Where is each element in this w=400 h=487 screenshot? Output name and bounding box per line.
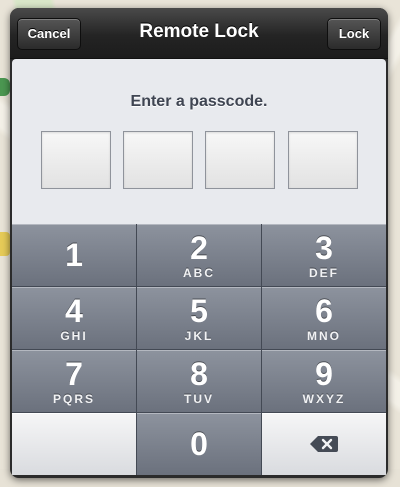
key-number: 8 [190,356,208,392]
key-letters: WXYZ [302,392,346,406]
delete-key[interactable] [262,413,386,475]
key-number: 0 [190,426,208,462]
map-marker [0,232,10,256]
passcode-digit-field[interactable] [288,131,358,189]
key-number: 7 [65,356,83,392]
key-7[interactable]: 7 PQRS [12,350,136,412]
key-2[interactable]: 2 ABC [137,224,261,286]
number-keypad: 1 2 ABC 3 DEF 4 GHI 5 JKL 6 MNO 7 PQRS 8… [12,224,386,475]
key-letters: DEF [309,266,339,280]
lock-button[interactable]: Lock [327,18,381,50]
backspace-icon [310,436,338,452]
key-blank [12,413,136,475]
key-letters: ABC [183,266,215,280]
key-3[interactable]: 3 DEF [262,224,386,286]
key-letters: GHI [60,329,88,343]
passcode-prompt: Enter a passcode. [130,93,268,110]
passcode-digit-field[interactable] [123,131,193,189]
key-8[interactable]: 8 TUV [137,350,261,412]
key-letters: JKL [184,329,214,343]
key-letters: MNO [307,329,341,343]
key-number: 4 [65,293,83,329]
navigation-bar: Cancel Remote Lock Lock [10,8,388,59]
key-9[interactable]: 9 WXYZ [262,350,386,412]
key-number: 2 [190,230,208,266]
key-0[interactable]: 0 [137,413,261,475]
map-marker [0,78,10,96]
key-5[interactable]: 5 JKL [137,287,261,349]
key-number: 3 [315,230,333,266]
passcode-digit-field[interactable] [205,131,275,189]
key-number: 1 [65,237,83,273]
remote-lock-dialog: Cancel Remote Lock Lock Enter a passcode… [10,8,388,478]
key-number: 5 [190,293,208,329]
passcode-entry-area: Enter a passcode. [12,59,386,224]
key-number: 9 [315,356,333,392]
key-letters: TUV [184,392,214,406]
key-6[interactable]: 6 MNO [262,287,386,349]
passcode-digit-field[interactable] [41,131,111,189]
key-letters: PQRS [52,392,95,406]
key-number: 6 [315,293,333,329]
key-4[interactable]: 4 GHI [12,287,136,349]
key-1[interactable]: 1 [12,224,136,286]
